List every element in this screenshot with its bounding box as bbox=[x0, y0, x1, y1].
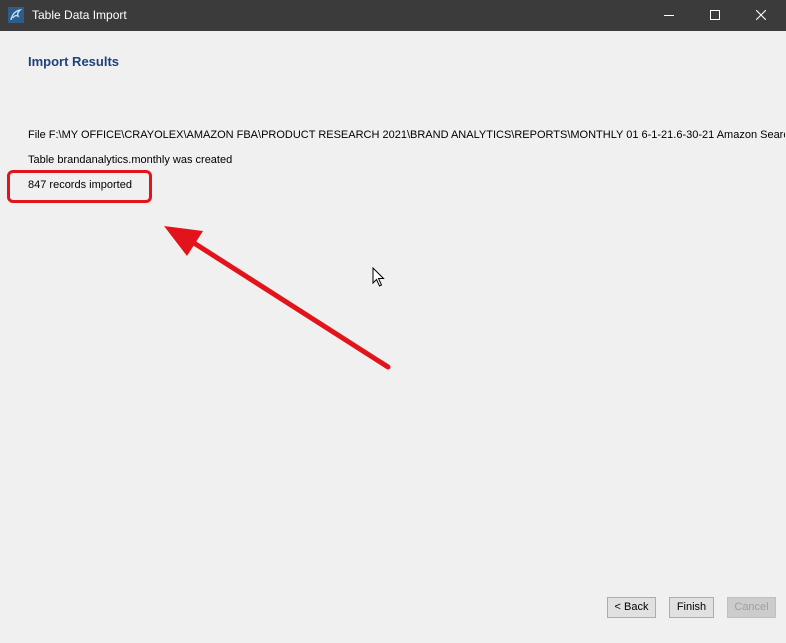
minimize-icon bbox=[664, 15, 674, 16]
import-window: Table Data Import Import Results File F:… bbox=[0, 0, 786, 643]
file-path-text: File F:\MY OFFICE\CRAYOLEX\AMAZON FBA\PR… bbox=[28, 129, 785, 141]
cancel-button[interactable]: Cancel bbox=[727, 597, 776, 618]
maximize-icon bbox=[710, 10, 720, 20]
minimize-button[interactable] bbox=[646, 0, 692, 31]
finish-button[interactable]: Finish bbox=[669, 597, 714, 618]
close-button[interactable] bbox=[738, 0, 784, 31]
annotation-arrow bbox=[164, 226, 391, 370]
content-area: Import Results File F:\MY OFFICE\CRAYOLE… bbox=[1, 31, 785, 642]
close-icon bbox=[756, 10, 766, 20]
mysql-dolphin-icon bbox=[8, 7, 24, 23]
title-bar[interactable]: Table Data Import bbox=[0, 0, 786, 31]
back-button[interactable]: < Back bbox=[607, 597, 656, 618]
table-created-text: Table brandanalytics.monthly was created bbox=[28, 154, 233, 166]
maximize-button[interactable] bbox=[692, 0, 738, 31]
annotation-highlight-box bbox=[7, 170, 152, 203]
window-title: Table Data Import bbox=[32, 8, 127, 22]
mouse-cursor-icon bbox=[372, 267, 385, 287]
page-title: Import Results bbox=[28, 54, 120, 69]
